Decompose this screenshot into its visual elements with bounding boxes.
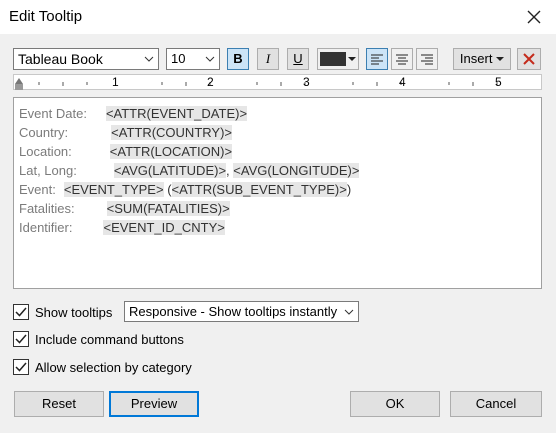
align-left-icon — [371, 54, 383, 65]
chevron-down-icon — [205, 56, 215, 62]
allow-selection-checkbox[interactable] — [13, 359, 29, 375]
text-color-button[interactable] — [317, 48, 359, 70]
editor-line: Fatalities: <SUM(FATALITIES)> — [19, 201, 230, 216]
color-swatch — [320, 52, 346, 66]
field-label: Fatalities: — [19, 201, 75, 216]
italic-button[interactable]: I — [257, 48, 279, 70]
clear-button[interactable] — [517, 48, 541, 70]
insert-button[interactable]: Insert — [453, 48, 511, 70]
editor-line: Identifier: <EVENT_ID_CNTY> — [19, 220, 225, 235]
font-family-select[interactable]: Tableau Book — [13, 48, 159, 70]
separator-text: ) — [346, 182, 352, 197]
checkmark-icon — [15, 362, 27, 372]
tooltip-editor[interactable]: Event Date: <ATTR(EVENT_DATE)> Country: <A… — [13, 97, 542, 289]
caret-down-icon — [496, 57, 505, 61]
field-label: Country: — [19, 125, 69, 140]
cancel-button[interactable]: Cancel — [450, 391, 542, 417]
preview-button[interactable]: Preview — [109, 391, 199, 417]
field-label: Location: — [19, 144, 72, 159]
chevron-down-icon — [344, 309, 354, 315]
editor-line: Lat, Long: <AVG(LATITUDE)>, <AVG(LONGITUD… — [19, 163, 360, 178]
align-right-icon — [421, 54, 433, 65]
field-token: <ATTR(SUB_EVENT_TYPE)> — [171, 182, 347, 197]
bold-button[interactable]: B — [227, 48, 249, 70]
field-token: <SUM(FATALITIES)> — [106, 201, 230, 216]
include-command-buttons-checkbox[interactable] — [13, 331, 29, 347]
field-token: <AVG(LATITUDE)> — [113, 163, 227, 178]
editor-line: Event Date: <ATTR(EVENT_DATE)> — [19, 106, 248, 121]
insert-label: Insert — [459, 51, 493, 66]
field-token: <EVENT_ID_CNTY> — [103, 220, 225, 235]
caret-down-icon — [348, 57, 356, 61]
show-tooltips-label[interactable]: Show tooltips — [35, 305, 112, 320]
ruler-ticks — [15, 78, 498, 90]
align-right-button[interactable] — [416, 48, 438, 70]
tooltip-mode-value: Responsive - Show tooltips instantly — [129, 304, 338, 319]
field-token: <AVG(LONGITUDE)> — [233, 163, 360, 178]
field-token: <ATTR(EVENT_DATE)> — [105, 106, 248, 121]
align-center-icon — [396, 54, 408, 65]
separator-text: ( — [163, 182, 172, 197]
dialog-title: Edit Tooltip — [9, 8, 83, 25]
ruler-number: 3 — [303, 75, 310, 89]
field-label: Event: — [19, 182, 56, 197]
field-token: <EVENT_TYPE> — [63, 182, 164, 197]
clear-icon — [523, 53, 535, 65]
ruler-number: 4 — [399, 75, 406, 89]
include-command-buttons-label[interactable]: Include command buttons — [35, 332, 184, 347]
edit-tooltip-dialog: Edit Tooltip Tableau Book 10 B I U Inser… — [0, 0, 556, 433]
field-label: Identifier: — [19, 220, 73, 235]
checkmark-icon — [15, 334, 27, 344]
ruler[interactable]: 1 2 3 4 5 — [13, 74, 542, 90]
font-family-value: Tableau Book — [18, 51, 103, 67]
editor-line: Location: <ATTR(LOCATION)> — [19, 144, 233, 159]
show-tooltips-checkbox[interactable] — [13, 304, 29, 320]
font-size-select[interactable]: 10 — [166, 48, 220, 70]
underline-button[interactable]: U — [287, 48, 309, 70]
close-icon[interactable] — [522, 6, 546, 28]
title-bar: Edit Tooltip — [0, 0, 556, 34]
font-size-value: 10 — [171, 51, 186, 66]
ruler-number: 1 — [112, 75, 119, 89]
field-token: <ATTR(LOCATION)> — [109, 144, 233, 159]
ruler-number: 2 — [207, 75, 214, 89]
editor-line: Country: <ATTR(COUNTRY)> — [19, 125, 232, 140]
allow-selection-label[interactable]: Allow selection by category — [35, 360, 192, 375]
reset-button[interactable]: Reset — [14, 391, 104, 417]
tooltip-mode-select[interactable]: Responsive - Show tooltips instantly — [124, 301, 359, 322]
align-center-button[interactable] — [391, 48, 413, 70]
ok-button[interactable]: OK — [350, 391, 440, 417]
ruler-number: 5 — [495, 75, 502, 89]
checkmark-icon — [15, 307, 27, 317]
field-label: Event Date: — [19, 106, 87, 121]
chevron-down-icon — [144, 56, 154, 62]
field-label: Lat, Long: — [19, 163, 77, 178]
field-token: <ATTR(COUNTRY)> — [111, 125, 232, 140]
editor-line: Event: <EVENT_TYPE> (<ATTR(SUB_EVENT_TYPE… — [19, 182, 351, 197]
align-left-button[interactable] — [366, 48, 388, 70]
